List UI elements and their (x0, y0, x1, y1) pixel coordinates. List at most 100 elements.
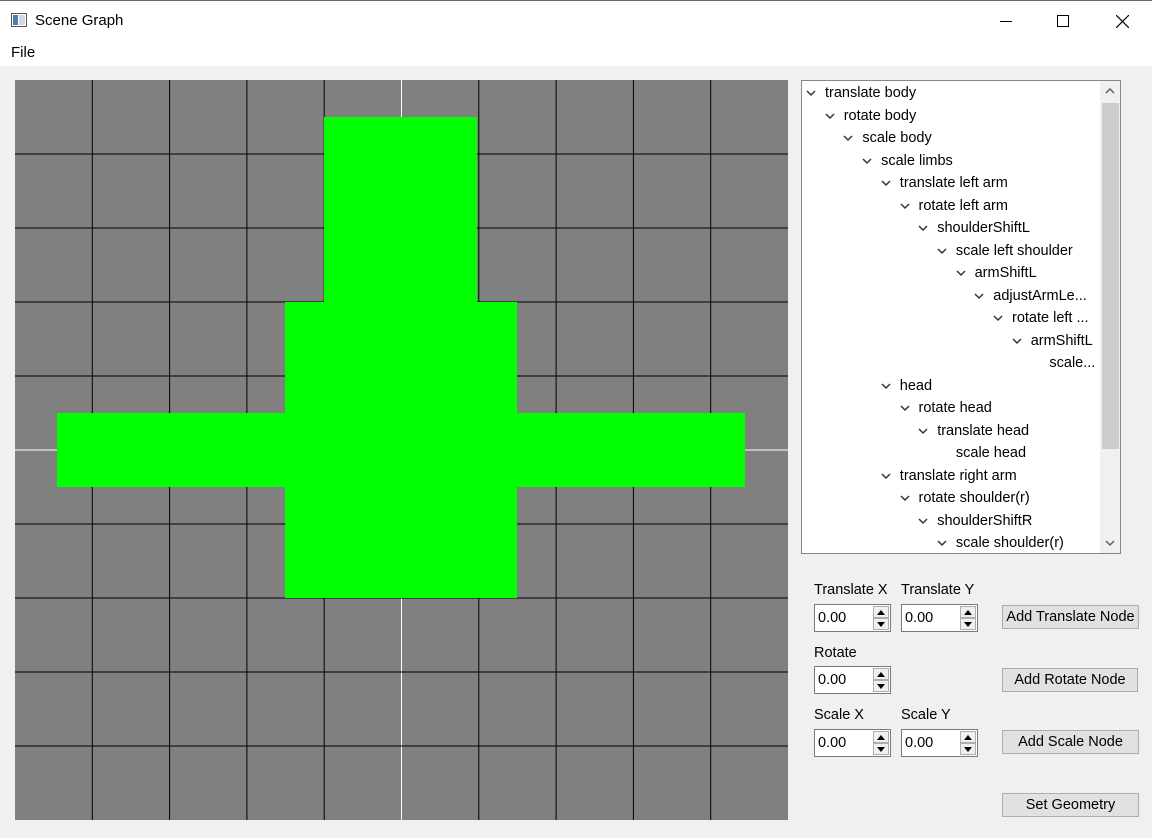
chevron-down-icon[interactable] (917, 420, 929, 442)
menu-file[interactable]: File (11, 44, 35, 61)
scale-y-value[interactable]: 0.00 (905, 735, 933, 751)
tree-item-label: scale head (955, 445, 1027, 461)
tree-item-label: shoulderShiftL (937, 220, 1030, 236)
spin-up-icon (877, 671, 885, 677)
scale-x-spinbox[interactable]: 0.00 (814, 729, 891, 757)
chevron-down-icon[interactable] (917, 217, 929, 239)
scene-tree[interactable]: translate body rotate body scale body scale… (801, 80, 1121, 554)
rotate-value[interactable]: 0.00 (818, 672, 846, 688)
maximize-icon (1057, 15, 1069, 27)
rotate-increment[interactable] (873, 668, 889, 680)
spin-down-icon (964, 746, 972, 752)
scene-viewport[interactable] (15, 80, 788, 820)
translate-x-value[interactable]: 0.00 (818, 610, 846, 626)
translate-x-increment[interactable] (873, 606, 889, 618)
chevron-down-icon[interactable] (973, 285, 985, 307)
translate-x-spinbox[interactable]: 0.00 (814, 604, 891, 632)
chevron-down-icon[interactable] (805, 82, 817, 104)
rotate-decrement[interactable] (873, 680, 889, 692)
window-title: Scene Graph (35, 12, 124, 29)
tree-item-label: head (899, 377, 933, 394)
translate-y-decrement[interactable] (960, 618, 976, 630)
tree-item-label: translate left arm (899, 175, 1008, 191)
tree-item-label: shoulderShiftR (937, 512, 1033, 529)
translate-y-label: Translate Y (901, 582, 975, 598)
scale-x-label: Scale X (814, 707, 864, 723)
chevron-down-icon[interactable] (880, 465, 892, 487)
maximize-button[interactable] (1034, 1, 1092, 41)
chevron-down-icon[interactable] (992, 307, 1004, 329)
tree-item-label: scale... (1049, 355, 1096, 371)
minimize-icon (1000, 21, 1012, 22)
spin-up-icon (877, 609, 885, 615)
app-window-icon (11, 13, 27, 27)
tree-item-label: adjustArmLe... (993, 287, 1087, 304)
chevron-down-icon[interactable] (1011, 330, 1023, 352)
tree-item-label: armShiftL (974, 265, 1037, 281)
add-translate-node-button[interactable]: Add Translate Node (1002, 605, 1139, 629)
tree-item-label: rotate left arm (918, 197, 1008, 214)
arms-rect (57, 413, 745, 487)
close-icon (1115, 14, 1129, 28)
scale-y-label: Scale Y (901, 707, 951, 723)
spin-up-icon (877, 734, 885, 740)
tree-item-label: rotate head (918, 400, 992, 416)
title-bar: Scene Graph (0, 0, 1152, 40)
chevron-down-icon[interactable] (899, 195, 911, 217)
tree-item-label: translate body (825, 85, 917, 101)
chevron-up-icon (1105, 87, 1115, 94)
translate-x-decrement[interactable] (873, 618, 889, 630)
scale-x-value[interactable]: 0.00 (818, 735, 846, 751)
chevron-down-icon[interactable] (955, 262, 967, 284)
add-scale-node-button[interactable]: Add Scale Node (1002, 730, 1139, 754)
scene-canvas[interactable] (15, 80, 788, 820)
chevron-down-icon[interactable] (842, 127, 854, 149)
head-rect (324, 117, 477, 303)
tree-item-label: rotate body (843, 107, 917, 124)
translate-y-increment[interactable] (960, 606, 976, 618)
tree-item-label: scale shoulder(r) (955, 535, 1064, 551)
tree-item-label: rotate left ... (1012, 310, 1089, 326)
scale-y-spinbox[interactable]: 0.00 (901, 729, 978, 757)
chevron-down-icon[interactable] (936, 240, 948, 262)
scale-x-increment[interactable] (873, 731, 889, 743)
chevron-down-icon[interactable] (880, 172, 892, 194)
chevron-down-icon[interactable] (824, 105, 836, 127)
rotate-spinbox[interactable]: 0.00 (814, 666, 891, 694)
tree-item-label: translate right arm (899, 467, 1017, 484)
spin-down-icon (877, 621, 885, 627)
chevron-down-icon[interactable] (936, 532, 948, 554)
chevron-down-icon[interactable] (899, 487, 911, 509)
chevron-down-icon[interactable] (917, 510, 929, 532)
tree-scrollbar[interactable] (1100, 81, 1120, 553)
tree-item-label: scale left shoulder (955, 242, 1073, 259)
spin-down-icon (877, 683, 885, 689)
tree-item-label: scale body (862, 130, 932, 146)
spin-down-icon (877, 746, 885, 752)
scroll-thumb[interactable] (1102, 103, 1119, 449)
tree-item-label: translate head (937, 422, 1030, 439)
chevron-down-icon[interactable] (880, 375, 892, 397)
chevron-down-icon (1105, 540, 1115, 547)
add-rotate-node-button[interactable]: Add Rotate Node (1002, 668, 1138, 692)
scale-x-decrement[interactable] (873, 743, 889, 755)
rotate-label: Rotate (814, 645, 857, 661)
scale-y-increment[interactable] (960, 731, 976, 743)
menu-bar: File (0, 40, 1152, 66)
close-button[interactable] (1093, 1, 1151, 41)
translate-y-value[interactable]: 0.00 (905, 610, 933, 626)
scroll-up-button[interactable] (1100, 81, 1120, 101)
translate-y-spinbox[interactable]: 0.00 (901, 604, 978, 632)
minimize-button[interactable] (977, 1, 1035, 41)
tree-item-label: armShiftL (1030, 332, 1093, 349)
spin-up-icon (964, 734, 972, 740)
chevron-down-icon[interactable] (899, 397, 911, 419)
translate-x-label: Translate X (814, 582, 888, 598)
chevron-down-icon[interactable] (861, 150, 873, 172)
tree-item-label: scale limbs (881, 152, 953, 169)
spin-up-icon (964, 609, 972, 615)
set-geometry-button[interactable]: Set Geometry (1002, 793, 1139, 817)
scale-y-decrement[interactable] (960, 743, 976, 755)
scroll-down-button[interactable] (1100, 533, 1120, 553)
spin-down-icon (964, 621, 972, 627)
